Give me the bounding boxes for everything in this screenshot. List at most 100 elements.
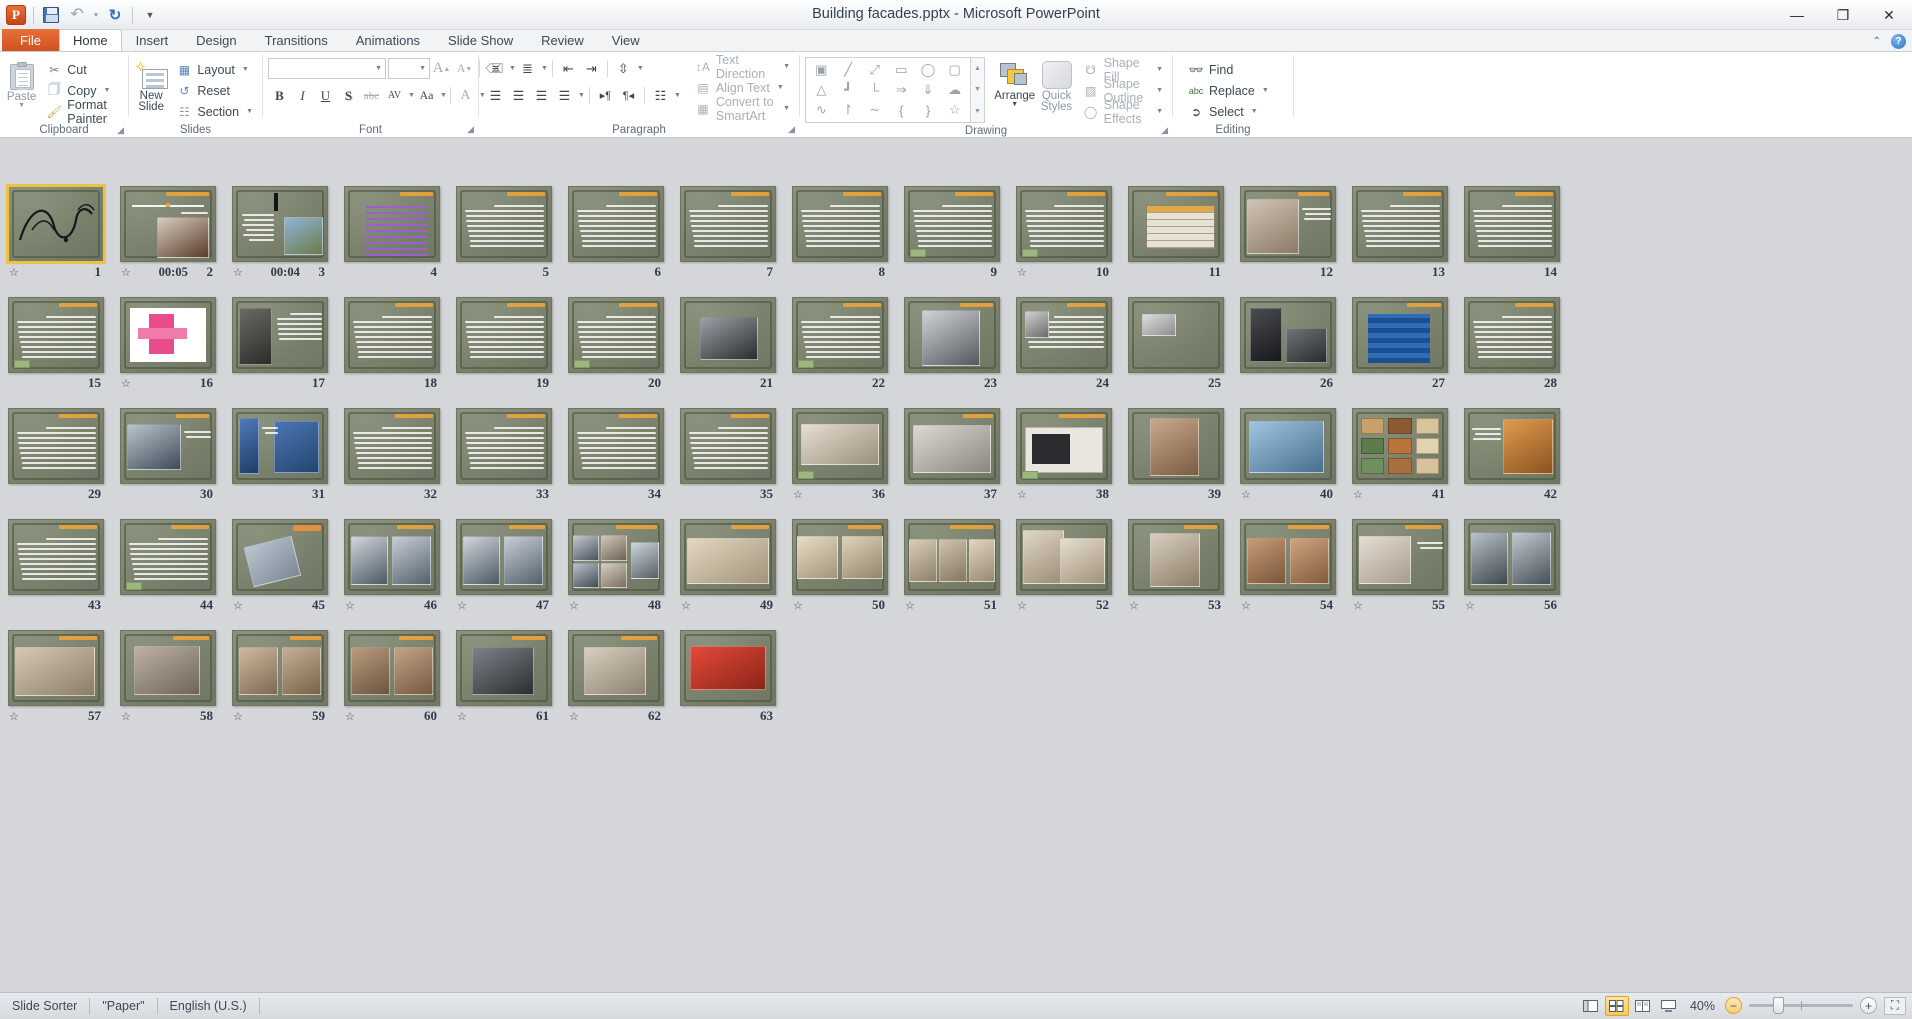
shapes-gallery[interactable]: ▣ ╱ ⤢ ▭ ◯ ▢ △ ┛ └ ⇒ ⇓ ☁ ∿ ↾ ∼ { } (805, 57, 985, 123)
slide-thumbnail-56[interactable] (1464, 519, 1560, 595)
quick-styles-button[interactable]: Quick Styles (1038, 59, 1074, 113)
justify-icon[interactable]: ☰ (553, 85, 576, 106)
shapes-more-icon[interactable]: ▼ (971, 101, 984, 122)
oval-shape-icon[interactable]: ◯ (915, 60, 942, 80)
slide-cell[interactable]: 42 (1464, 408, 1560, 504)
numbering-icon[interactable]: ≣ (516, 58, 539, 79)
slide-thumbnail-51[interactable] (904, 519, 1000, 595)
shapes-gallery-scrollbar[interactable]: ▲ ▼ ▼ (971, 57, 985, 123)
slide-cell[interactable]: ☆16 (120, 297, 216, 393)
font-size-input[interactable]: ▼ (388, 58, 430, 79)
slide-cell[interactable]: 24 (1016, 297, 1112, 393)
slide-cell[interactable]: ☆51 (904, 519, 1000, 615)
slide-thumbnail-13[interactable] (1352, 186, 1448, 262)
slide-cell[interactable]: 32 (344, 408, 440, 504)
slide-cell[interactable]: 63 (680, 630, 776, 726)
transition-icon[interactable]: ☆ (1353, 488, 1371, 501)
slide-cell[interactable]: 20 (568, 297, 664, 393)
close-button[interactable]: ✕ (1866, 0, 1912, 30)
slide-cell[interactable]: ☆56 (1464, 519, 1560, 615)
slide-thumbnail-55[interactable] (1352, 519, 1448, 595)
chevron-down-icon[interactable]: ▼ (242, 66, 249, 73)
slide-thumbnail-60[interactable] (344, 630, 440, 706)
slide-thumbnail-48[interactable] (568, 519, 664, 595)
shape-effects-button[interactable]: ◯ Shape Effects ▼ (1079, 101, 1167, 122)
chevron-down-icon[interactable]: ▼ (103, 87, 110, 94)
right-brace-shape-icon[interactable]: } (915, 100, 942, 120)
chevron-down-icon[interactable]: ▼ (1156, 66, 1163, 73)
slide-thumbnail-49[interactable] (680, 519, 776, 595)
scroll-down-icon[interactable]: ▼ (971, 79, 984, 100)
help-icon[interactable]: ? (1891, 34, 1906, 49)
transition-icon[interactable]: ☆ (1241, 488, 1259, 501)
ltr-text-direction-icon[interactable]: ▸¶ (594, 85, 617, 106)
slide-thumbnail-53[interactable] (1128, 519, 1224, 595)
slide-thumbnail-44[interactable] (120, 519, 216, 595)
align-right-icon[interactable]: ☰ (530, 85, 553, 106)
slide-cell[interactable]: ☆00:052 (120, 186, 216, 282)
decrease-indent-icon[interactable]: ⇤ (557, 58, 580, 79)
zoom-out-button[interactable]: − (1725, 997, 1742, 1014)
strikethrough-button[interactable]: abc (360, 85, 383, 106)
slide-thumbnail-9[interactable] (904, 186, 1000, 262)
slide-cell[interactable]: 37 (904, 408, 1000, 504)
slide-thumbnail-61[interactable] (456, 630, 552, 706)
slide-thumbnail-17[interactable] (232, 297, 328, 373)
slide-cell[interactable]: ☆00:043 (232, 186, 328, 282)
slide-cell[interactable]: 27 (1352, 297, 1448, 393)
slide-cell[interactable]: 15 (8, 297, 104, 393)
transition-icon[interactable]: ☆ (905, 599, 923, 612)
slide-show-view-button[interactable] (1657, 996, 1681, 1016)
slide-thumbnail-42[interactable] (1464, 408, 1560, 484)
slide-cell[interactable]: ☆55 (1352, 519, 1448, 615)
chevron-down-icon[interactable]: ▼ (1262, 87, 1269, 94)
slide-cell[interactable]: 43 (8, 519, 104, 615)
chevron-down-icon[interactable]: ▼ (674, 92, 681, 99)
tab-file[interactable]: File (2, 29, 59, 51)
slide-cell[interactable]: 13 (1352, 186, 1448, 282)
slide-cell[interactable]: ☆41 (1352, 408, 1448, 504)
chevron-down-icon[interactable]: ▼ (419, 65, 426, 72)
restore-button[interactable]: ❐ (1820, 0, 1866, 30)
chevron-down-icon[interactable]: ▼ (408, 92, 415, 99)
minimize-button[interactable]: — (1774, 0, 1820, 30)
select-button[interactable]: ➲ Select ▼ (1184, 101, 1273, 122)
slide-thumbnail-52[interactable] (1016, 519, 1112, 595)
transition-icon[interactable]: ☆ (1129, 599, 1147, 612)
slide-cell[interactable]: 25 (1128, 297, 1224, 393)
slide-thumbnail-16[interactable] (120, 297, 216, 373)
arrange-button[interactable]: Arrange ▼ (993, 59, 1036, 108)
slide-thumbnail-63[interactable] (680, 630, 776, 706)
slide-cell[interactable]: 26 (1240, 297, 1336, 393)
slide-cell[interactable]: 30 (120, 408, 216, 504)
chevron-down-icon[interactable]: ▼ (777, 84, 784, 91)
tab-home[interactable]: Home (59, 29, 122, 51)
chevron-down-icon[interactable]: ▼ (246, 108, 253, 115)
slide-thumbnail-4[interactable] (344, 186, 440, 262)
decrease-font-size-button[interactable]: A▼ (453, 58, 476, 79)
line-spacing-icon[interactable]: ⇳ (612, 58, 635, 79)
dialog-launcher-icon[interactable]: ◢ (467, 124, 474, 135)
cut-button[interactable]: ✂ Cut (42, 59, 123, 80)
slide-cell[interactable]: ☆61 (456, 630, 552, 726)
convert-to-smartart-button[interactable]: ▦ Convert to SmartArt ▼ (691, 98, 794, 119)
slide-cell[interactable]: 17 (232, 297, 328, 393)
slide-cell[interactable]: 31 (232, 408, 328, 504)
slide-thumbnail-19[interactable] (456, 297, 552, 373)
bullets-icon[interactable]: ≡ (484, 58, 507, 79)
chevron-down-icon[interactable]: ▼ (637, 65, 644, 72)
transition-icon[interactable]: ☆ (457, 599, 475, 612)
slide-thumbnail-39[interactable] (1128, 408, 1224, 484)
textbox-shape-icon[interactable]: ▣ (808, 60, 835, 80)
reading-view-button[interactable] (1631, 996, 1655, 1016)
transition-icon[interactable]: ☆ (233, 266, 251, 279)
tab-view[interactable]: View (598, 29, 654, 51)
slide-thumbnail-41[interactable] (1352, 408, 1448, 484)
chevron-down-icon[interactable]: ▼ (1011, 101, 1018, 108)
character-spacing-button[interactable]: AV (383, 85, 406, 106)
right-arrow-shape-icon[interactable]: ⇒ (888, 80, 915, 100)
text-shadow-button[interactable]: S (337, 85, 360, 106)
slide-cell[interactable]: 12 (1240, 186, 1336, 282)
section-button[interactable]: ☷ Section ▼ (172, 101, 257, 122)
slide-cell[interactable]: 6 (568, 186, 664, 282)
